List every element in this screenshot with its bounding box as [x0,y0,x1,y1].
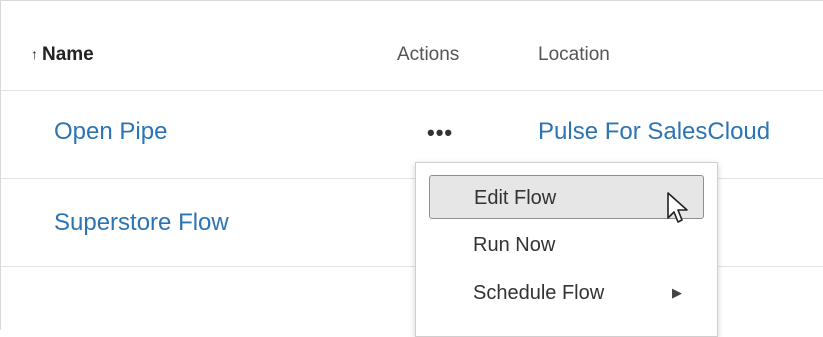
column-header-actions: Actions [397,44,460,65]
menu-item-label: Schedule Flow [473,282,605,304]
menu-item-label: Run Now [473,234,556,256]
column-header-name[interactable]: ↑ Name [31,44,94,66]
flow-name-link[interactable]: Open Pipe [54,118,167,146]
flow-name-link[interactable]: Superstore Flow [54,209,229,237]
sort-ascending-icon: ↑ [31,46,38,62]
menu-item-schedule-flow[interactable]: Schedule Flow ▶ [429,271,704,315]
menu-item-edit-flow[interactable]: Edit Flow [429,175,704,219]
menu-item-run-now[interactable]: Run Now [429,223,704,267]
column-header-location[interactable]: Location [538,44,610,66]
table-header: ↑ Name Actions Location [1,1,823,91]
column-header-name-label: Name [42,44,94,65]
more-actions-button[interactable]: ••• [427,120,453,146]
triangle-right-icon: ▶ [672,285,682,300]
mouse-pointer-icon [667,192,688,223]
location-link[interactable]: Pulse For SalesCloud [538,118,770,146]
menu-item-label: Edit Flow [474,187,557,209]
actions-context-menu: Edit Flow Run Now Schedule Flow ▶ [415,162,718,337]
